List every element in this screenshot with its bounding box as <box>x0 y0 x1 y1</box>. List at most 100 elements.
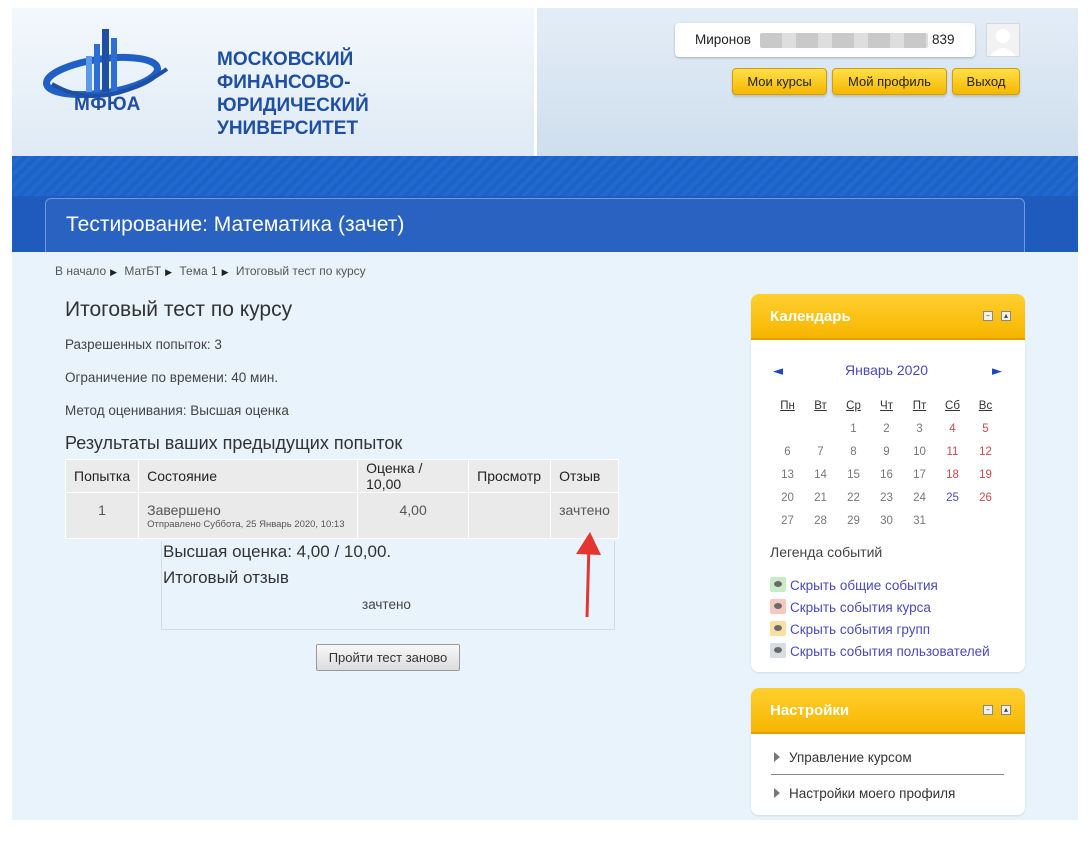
calendar-day[interactable]: 15 <box>837 469 870 481</box>
user-info[interactable]: Миронов 839 <box>675 23 975 57</box>
attempt-state: Завершено <box>147 502 221 518</box>
legend-item-label: Скрыть события курса <box>790 600 931 615</box>
legend-item-label: Скрыть общие события <box>790 578 938 593</box>
calendar-day[interactable]: 23 <box>870 492 903 504</box>
calendar-day[interactable]: 30 <box>870 515 903 527</box>
logo-text: МФЮА <box>74 94 141 115</box>
calendar-day[interactable]: 17 <box>903 469 936 481</box>
breadcrumb: В начало ▶ МатБТ ▶ Тема 1 ▶ Итоговый тест п… <box>55 264 370 278</box>
title-panel: Тестирование: Математика (зачет) <box>45 198 1025 252</box>
calendar-day[interactable]: 4 <box>936 423 969 435</box>
breadcrumb-item-course[interactable]: МатБТ <box>124 264 161 278</box>
calendar-day[interactable]: 12 <box>969 446 1002 458</box>
calendar-day[interactable]: 20 <box>771 492 804 504</box>
legend-item-group[interactable]: Скрыть события групп <box>770 621 930 637</box>
calendar-day[interactable]: 6 <box>771 446 804 458</box>
calendar-day[interactable]: 3 <box>903 423 936 435</box>
calendar-day[interactable]: 18 <box>936 469 969 481</box>
breadcrumb-separator-icon: ▶ <box>110 267 118 277</box>
events-legend-title: Легенда событий <box>770 544 883 560</box>
eye-icon <box>770 643 786 658</box>
calendar-day[interactable]: 14 <box>804 469 837 481</box>
calendar-day[interactable]: 31 <box>903 515 936 527</box>
attempts-allowed: Разрешенных попыток: 3 <box>65 337 222 352</box>
breadcrumb-separator-icon: ▶ <box>221 267 229 277</box>
calendar-day[interactable]: 13 <box>771 469 804 481</box>
calendar-day[interactable]: 16 <box>870 469 903 481</box>
column-header-state: Состояние <box>138 459 359 493</box>
calendar-day[interactable]: 5 <box>969 423 1002 435</box>
breadcrumb-item-current: Итоговый тест по курсу <box>235 264 366 278</box>
calendar-day[interactable]: 2 <box>870 423 903 435</box>
user-avatar-icon <box>990 29 1016 56</box>
calendar-day[interactable]: 10 <box>903 446 936 458</box>
my-courses-button[interactable]: Мои курсы <box>732 68 827 95</box>
calendar-block: Календарь – ▴ ◄ Январь 2020 ► Пн Вт Ср Чт Пт… <box>751 294 1025 672</box>
attempt-state-cell: Завершено Отправлено Суббота, 25 Январь … <box>138 492 359 539</box>
calendar-day[interactable]: 21 <box>804 492 837 504</box>
weekday-label: Чт <box>880 400 893 412</box>
eye-icon <box>770 599 786 614</box>
calendar-day-today[interactable]: 25 <box>936 492 969 504</box>
attempt-review <box>468 492 552 539</box>
calendar-title: Календарь <box>770 308 851 325</box>
eye-icon <box>770 577 786 592</box>
weekday-label: Вт <box>814 400 827 412</box>
attempts-table: Попытка Состояние Оценка / 10,00 Просмот… <box>64 459 620 539</box>
grading-method: Метод оценивания: Высшая оценка <box>65 403 289 418</box>
collapse-icon[interactable]: – <box>983 705 993 715</box>
column-header-attempt: Попытка <box>64 459 140 493</box>
legend-item-user[interactable]: Скрыть события пользователей <box>770 643 990 659</box>
breadcrumb-separator-icon: ▶ <box>165 267 173 277</box>
weekday-label: Пт <box>912 400 927 412</box>
university-name-line: МОСКОВСКИЙ <box>217 49 354 70</box>
attempt-number: 1 <box>64 492 140 539</box>
quiz-title: Итоговый тест по курсу <box>65 298 293 321</box>
retry-quiz-button[interactable]: Пройти тест заново <box>316 644 460 671</box>
my-profile-button[interactable]: Мой профиль <box>832 68 947 95</box>
calendar-day[interactable]: 11 <box>936 446 969 458</box>
collapse-icon[interactable]: – <box>983 311 993 321</box>
move-up-icon[interactable]: ▴ <box>1001 705 1011 715</box>
overall-feedback-text: зачтено <box>362 597 411 612</box>
calendar-day[interactable]: 27 <box>771 515 804 527</box>
weekday-label: Сб <box>945 400 960 412</box>
calendar-week-row: 12345 <box>771 417 1002 440</box>
eye-icon <box>770 621 786 636</box>
calendar-day[interactable]: 9 <box>870 446 903 458</box>
redacted-text <box>760 33 928 48</box>
university-name-line: ЮРИДИЧЕСКИЙ <box>217 95 369 116</box>
calendar-day[interactable]: 7 <box>804 446 837 458</box>
calendar-day[interactable]: 8 <box>837 446 870 458</box>
calendar-day[interactable]: 1 <box>837 423 870 435</box>
calendar-day[interactable]: 24 <box>903 492 936 504</box>
university-name: МОСКОВСКИЙ ФИНАНСОВО- ЮРИДИЧЕСКИЙ УНИВЕР… <box>217 48 447 140</box>
calendar-month[interactable]: Январь 2020 <box>845 362 928 378</box>
calendar-day[interactable]: 26 <box>969 492 1002 504</box>
column-header-grade: Оценка / 10,00 <box>357 459 470 493</box>
calendar-day[interactable]: 22 <box>837 492 870 504</box>
legend-item-global[interactable]: Скрыть общие события <box>770 577 938 593</box>
avatar[interactable] <box>986 23 1020 57</box>
weekday-label: Вс <box>978 400 993 412</box>
weekday-label: Пн <box>780 400 795 412</box>
legend-item-label: Скрыть события пользователей <box>790 644 990 659</box>
calendar-day[interactable]: 19 <box>969 469 1002 481</box>
move-up-icon[interactable]: ▴ <box>1001 311 1011 321</box>
settings-item-label: Настройки моего профиля <box>789 786 956 801</box>
prev-month-icon[interactable]: ◄ <box>773 364 783 379</box>
user-name: Миронов <box>695 32 751 47</box>
university-name-line: ФИНАНСОВО- <box>217 72 351 93</box>
logout-button[interactable]: Выход <box>952 68 1020 95</box>
settings-item-profile[interactable]: Настройки моего профиля <box>774 786 955 801</box>
calendar-day[interactable]: 29 <box>837 515 870 527</box>
legend-item-course[interactable]: Скрыть события курса <box>770 599 931 615</box>
next-month-icon[interactable]: ► <box>992 364 1002 379</box>
column-header-feedback: Отзыв <box>550 459 620 493</box>
calendar-day[interactable]: 28 <box>804 515 837 527</box>
settings-item-course-admin[interactable]: Управление курсом <box>774 750 912 765</box>
breadcrumb-item-home[interactable]: В начало <box>55 264 106 278</box>
settings-title: Настройки <box>770 702 850 719</box>
user-id-suffix: 839 <box>932 32 955 47</box>
breadcrumb-item-topic[interactable]: Тема 1 <box>179 264 217 278</box>
